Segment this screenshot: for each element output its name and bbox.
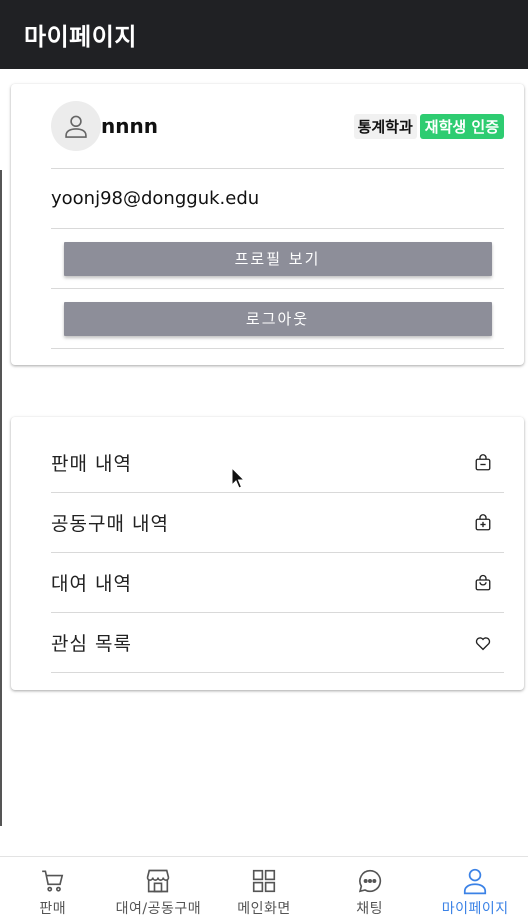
logout-button[interactable]: 로그아웃 <box>63 301 492 336</box>
email-text: yoonj98@dongguk.edu <box>51 188 260 209</box>
bottom-navigation: 판매 대여/공동구매 메인화면 채팅 마이페이지 <box>0 856 528 920</box>
nav-item-main[interactable]: 메인화면 <box>211 857 317 920</box>
nav-item-sell[interactable]: 판매 <box>0 857 106 920</box>
shopping-bag-plus-icon <box>472 512 494 534</box>
menu-item-label: 대여 내역 <box>51 573 132 595</box>
person-icon <box>65 115 87 138</box>
left-edge-divider <box>0 170 2 826</box>
page-title: 마이페이지 <box>24 23 137 51</box>
nav-label: 메인화면 <box>237 901 291 917</box>
heart-icon <box>472 632 494 654</box>
logout-row: 로그아웃 <box>51 289 504 349</box>
user-row: nnnn 통계학과 재학생 인증 <box>51 84 504 169</box>
menu-item-sales[interactable]: 판매 내역 <box>51 433 504 493</box>
nav-label: 마이페이지 <box>441 901 509 917</box>
badges: 통계학과 재학생 인증 <box>353 113 504 139</box>
app-bar: 마이페이지 <box>0 0 528 69</box>
username: nnnn <box>101 114 158 138</box>
chat-icon <box>357 867 383 895</box>
grid-icon <box>251 867 277 895</box>
menu-item-rental[interactable]: 대여 내역 <box>51 553 504 613</box>
view-profile-button[interactable]: 프로필 보기 <box>63 241 492 276</box>
profile-card: nnnn 통계학과 재학생 인증 yoonj98@dongguk.edu 프로필… <box>11 84 524 365</box>
verified-badge: 재학생 인증 <box>419 113 504 139</box>
avatar[interactable] <box>51 101 101 151</box>
menu-item-wishlist[interactable]: 관심 목록 <box>51 613 504 673</box>
cart-icon <box>40 867 66 895</box>
handbag-icon <box>472 572 494 594</box>
nav-label: 판매 <box>39 901 67 917</box>
nav-item-chat[interactable]: 채팅 <box>317 857 423 920</box>
shopping-bag-minus-icon <box>472 452 494 474</box>
person-icon <box>462 867 488 895</box>
menu-item-label: 관심 목록 <box>51 633 132 655</box>
email-row: yoonj98@dongguk.edu <box>51 169 504 229</box>
view-profile-row: 프로필 보기 <box>51 229 504 289</box>
menu-item-label: 판매 내역 <box>51 453 132 475</box>
nav-item-mypage[interactable]: 마이페이지 <box>422 857 528 920</box>
department-badge: 통계학과 <box>353 113 417 139</box>
history-menu-card: 판매 내역 공동구매 내역 대여 내역 관심 목록 <box>11 417 524 690</box>
menu-item-label: 공동구매 내역 <box>51 513 169 535</box>
store-icon <box>144 867 172 895</box>
menu-item-group-buy[interactable]: 공동구매 내역 <box>51 493 504 553</box>
nav-label: 채팅 <box>356 901 383 917</box>
nav-label: 대여/공동구매 <box>115 901 202 917</box>
mouse-cursor-icon <box>231 467 246 489</box>
nav-item-rental-group-buy[interactable]: 대여/공동구매 <box>106 857 212 920</box>
